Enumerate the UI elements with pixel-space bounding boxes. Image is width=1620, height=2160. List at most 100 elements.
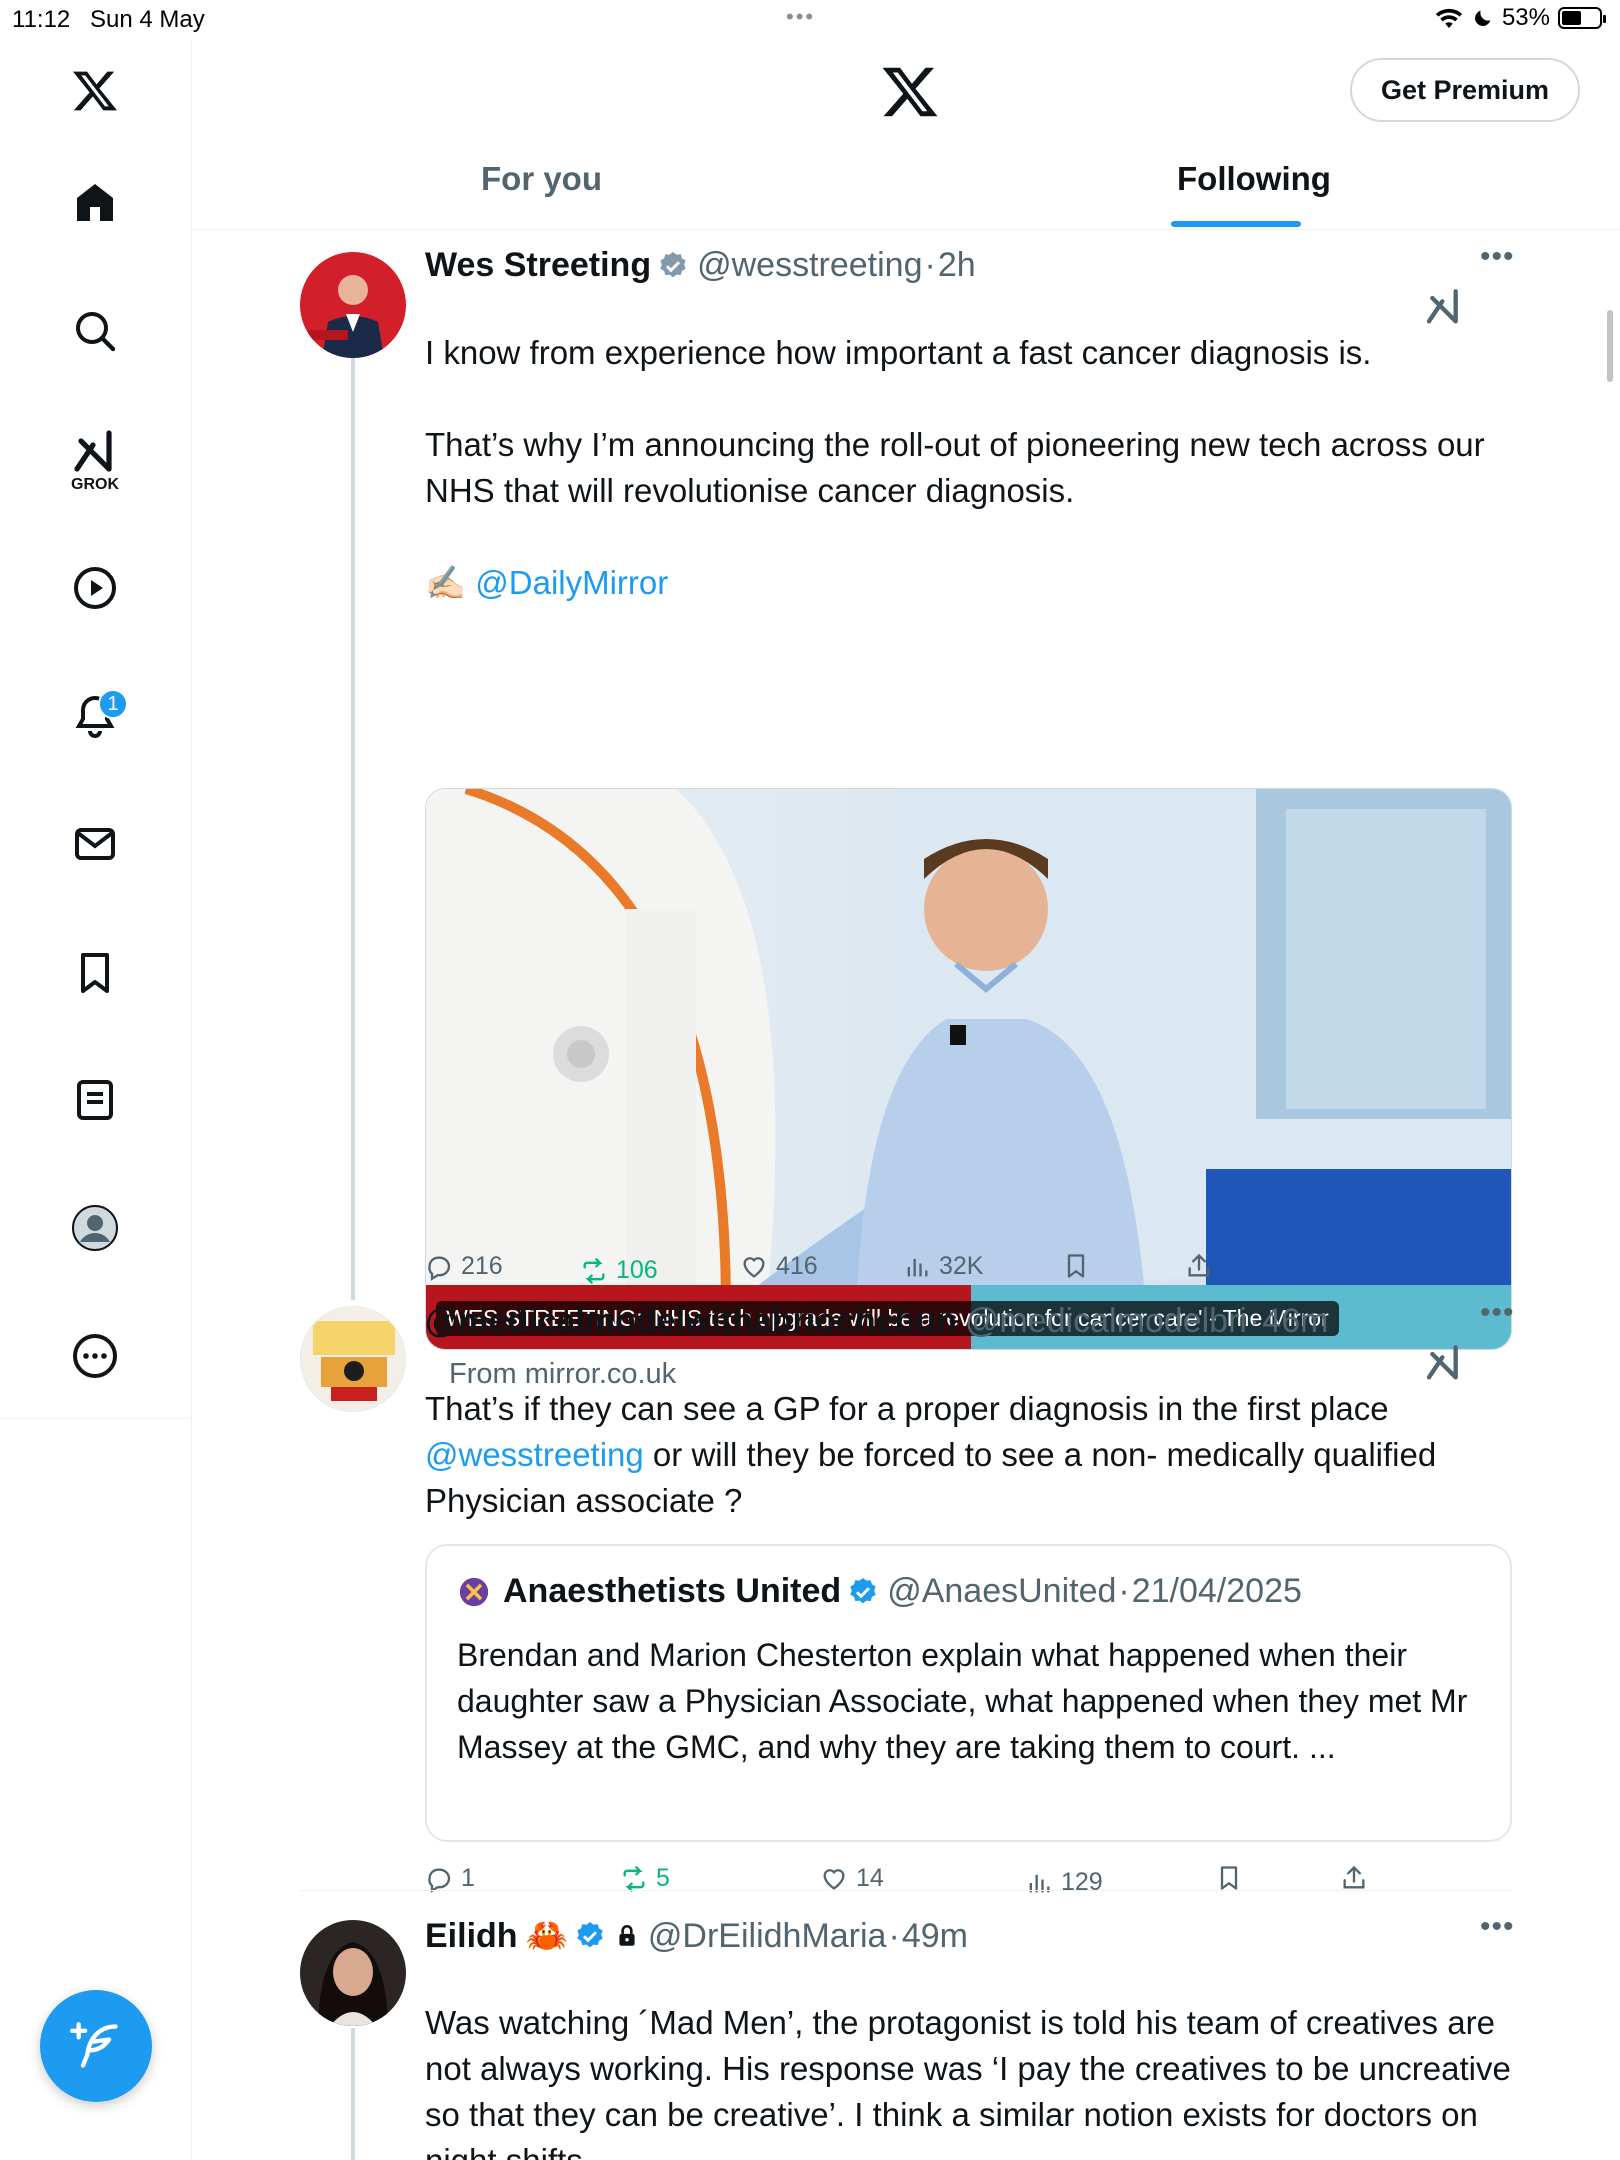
search-icon[interactable] bbox=[62, 298, 128, 364]
tweet[interactable]: @medicalmodelwithabriochebun @medicalmod… bbox=[192, 1296, 1620, 1896]
tweet-header: @medicalmodelwithabriochebun @medicalmod… bbox=[425, 1302, 1328, 1341]
share-icon bbox=[1343, 1865, 1365, 1889]
messages-envelope-icon[interactable] bbox=[62, 811, 128, 877]
share-button[interactable] bbox=[1185, 1252, 1213, 1280]
tweet[interactable]: Wes Streeting @wesstreeting · 2h ••• I k… bbox=[192, 240, 1620, 1390]
mention-link[interactable]: @DailyMirror bbox=[475, 564, 668, 601]
protected-lock-icon bbox=[619, 1924, 635, 1946]
tweet-actions: 216 106 416 32K bbox=[425, 1252, 1525, 1296]
get-premium-button[interactable]: Get Premium bbox=[1350, 58, 1580, 122]
quoted-tweet-header: Anaesthetists United @AnaesUnited · 21/0… bbox=[457, 1572, 1302, 1611]
status-time: 11:12 bbox=[12, 6, 71, 33]
bookmark-icon bbox=[1067, 1254, 1085, 1278]
repost-button[interactable]: 5 bbox=[620, 1864, 670, 1893]
tab-for-you[interactable]: For you bbox=[481, 160, 602, 198]
tweet-text: That’s if they can see a GP for a proper… bbox=[425, 1386, 1525, 1524]
view-count: 32K bbox=[939, 1252, 984, 1280]
views-chart-icon bbox=[1029, 1874, 1050, 1892]
quoted-tweet-date: 21/04/2025 bbox=[1131, 1572, 1302, 1610]
crab-emoji: 🦀 bbox=[525, 1917, 568, 1955]
more-options-icon[interactable]: ••• bbox=[1480, 240, 1515, 274]
grok-explain-icon[interactable] bbox=[1424, 1344, 1464, 1384]
heart-icon bbox=[743, 1256, 765, 1278]
notifications-bell-icon[interactable]: 1 bbox=[62, 683, 128, 749]
verified-badge-icon bbox=[850, 1577, 876, 1603]
thread-line bbox=[351, 2028, 355, 2160]
more-options-icon[interactable] bbox=[62, 1323, 128, 1389]
reply-icon bbox=[428, 1256, 451, 1281]
tweet-time[interactable]: 46m bbox=[1262, 1302, 1328, 1341]
thread-line bbox=[351, 358, 355, 1300]
verified-badge-icon bbox=[577, 1922, 603, 1948]
views-button[interactable]: 129 bbox=[1025, 1868, 1103, 1897]
tweet-header: Eilidh 🦀 @DrEilidhMaria · 49m bbox=[425, 1916, 968, 1956]
view-count: 129 bbox=[1061, 1868, 1103, 1896]
separator-dot: · bbox=[1248, 1302, 1261, 1340]
tweet-time[interactable]: 49m bbox=[902, 1917, 968, 1956]
battery-percent: 53% bbox=[1501, 4, 1550, 31]
sidebar-nav: GROK 1 bbox=[0, 40, 192, 2160]
quoted-tweet-text: Brendan and Marion Chesterton explain wh… bbox=[457, 1637, 1468, 1765]
repost-button[interactable]: 106 bbox=[580, 1256, 658, 1285]
author-handle[interactable]: @DrEilidhMaria bbox=[648, 1917, 887, 1956]
reply-button[interactable]: 216 bbox=[425, 1252, 503, 1281]
like-button[interactable]: 14 bbox=[820, 1864, 884, 1893]
reply-button[interactable]: 1 bbox=[425, 1864, 475, 1893]
bookmark-button[interactable] bbox=[1215, 1864, 1243, 1892]
share-icon bbox=[1188, 1253, 1210, 1277]
tweet-text: I know from experience how important a f… bbox=[425, 330, 1525, 606]
avatar[interactable] bbox=[300, 1920, 406, 2026]
reply-count: 1 bbox=[461, 1864, 475, 1892]
bookmark-button[interactable] bbox=[1062, 1252, 1090, 1280]
separator-dot: · bbox=[924, 246, 936, 284]
sidebar-divider bbox=[0, 1418, 192, 1419]
repost-icon bbox=[583, 1257, 605, 1284]
avatar[interactable] bbox=[300, 252, 406, 358]
share-button[interactable] bbox=[1340, 1864, 1368, 1892]
status-date: Sun 4 May bbox=[90, 6, 205, 33]
x-logo-icon[interactable] bbox=[62, 58, 128, 124]
tweet-header: Wes Streeting @wesstreeting · 2h bbox=[425, 246, 976, 285]
author-handle[interactable]: @wesstreeting bbox=[697, 246, 922, 285]
quoted-author-handle[interactable]: @AnaesUnited bbox=[887, 1572, 1116, 1611]
tweet-text: Was watching ´Mad Men’, the protagonist … bbox=[425, 2004, 1511, 2160]
video-play-icon[interactable] bbox=[62, 555, 128, 621]
timeline: Get Premium For you Following Wes Street… bbox=[192, 40, 1620, 2160]
author-name[interactable]: Wes Streeting bbox=[425, 246, 651, 285]
tweet[interactable]: Eilidh 🦀 @DrEilidhMaria · 49m ••• Was wa… bbox=[192, 1910, 1620, 2160]
views-button[interactable]: 32K bbox=[903, 1252, 983, 1281]
bookmarks-icon[interactable] bbox=[62, 940, 128, 1006]
x-center-logo-icon[interactable] bbox=[880, 62, 940, 122]
status-bar: 11:12 Sun 4 May ••• 53% bbox=[0, 0, 1620, 40]
author-handle[interactable]: @medicalmodelbri bbox=[965, 1302, 1247, 1341]
tweet-time[interactable]: 2h bbox=[938, 246, 976, 285]
compose-post-button[interactable] bbox=[40, 1990, 152, 2102]
like-count: 14 bbox=[856, 1864, 884, 1892]
tweet-separator bbox=[300, 1890, 1512, 1891]
repost-count: 106 bbox=[616, 1256, 658, 1284]
author-name[interactable]: @medicalmodelwithabriochebun bbox=[425, 1302, 957, 1341]
grok-label: GROK bbox=[71, 476, 119, 493]
more-options-icon[interactable]: ••• bbox=[1480, 1910, 1515, 1944]
more-options-icon[interactable]: ••• bbox=[1480, 1296, 1515, 1330]
author-name[interactable]: Eilidh bbox=[425, 1917, 518, 1956]
notification-badge: 1 bbox=[98, 689, 128, 719]
avatar[interactable] bbox=[300, 1306, 406, 1412]
lists-icon[interactable] bbox=[62, 1067, 128, 1133]
quoted-author-name[interactable]: Anaesthetists United bbox=[503, 1572, 841, 1611]
wifi-icon bbox=[1435, 8, 1463, 28]
anaesthetists-united-avatar-icon[interactable] bbox=[457, 1575, 491, 1609]
tab-following[interactable]: Following bbox=[1177, 160, 1331, 198]
heart-icon bbox=[823, 1868, 845, 1890]
multitasking-dots-icon[interactable]: ••• bbox=[786, 4, 815, 30]
profile-avatar-icon[interactable] bbox=[62, 1195, 128, 1261]
battery-icon bbox=[1558, 7, 1606, 29]
tweet-actions: 1 5 14 129 bbox=[425, 1864, 1525, 1908]
home-icon[interactable] bbox=[62, 170, 128, 236]
like-button[interactable]: 416 bbox=[740, 1252, 818, 1281]
grok-explain-icon[interactable] bbox=[1424, 288, 1464, 328]
separator-dot: · bbox=[888, 1916, 900, 1955]
quoted-tweet[interactable]: Anaesthetists United @AnaesUnited · 21/0… bbox=[425, 1544, 1512, 1842]
verified-badge-icon bbox=[660, 251, 686, 277]
mention-link[interactable]: @wesstreeting bbox=[425, 1436, 644, 1473]
